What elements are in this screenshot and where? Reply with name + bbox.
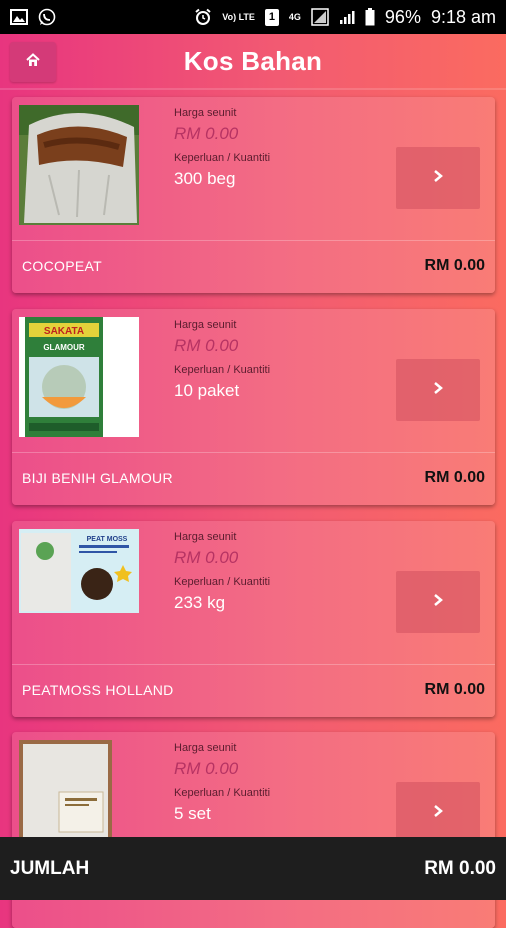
alarm-icon [194, 8, 212, 26]
item-total: RM 0.00 [424, 681, 485, 698]
volte-icon: Vo) LTE [222, 11, 255, 22]
unit-price-label: Harga seunit [174, 531, 237, 543]
quantity-label: Keperluan / Kuantiti [174, 787, 271, 799]
seed-pack-variety: GLAMOUR [43, 343, 85, 352]
item-info: Harga seunit RM 0.00 Keperluan / Kuantit… [174, 319, 270, 401]
item-name: PEATMOSS HOLLAND [22, 682, 174, 698]
header-divider [0, 88, 506, 90]
product-image-cocopeat [19, 105, 139, 225]
sim1-icon: 1 [264, 8, 279, 26]
material-card[interactable]: PEAT MOSS Harga seunit RM 0.00 Keperluan… [12, 521, 495, 717]
whatsapp-icon [38, 8, 56, 26]
chevron-right-icon [432, 381, 444, 400]
unit-price-value: RM 0.00 [174, 759, 239, 778]
card-footer: BIJI BENIH GLAMOUR RM 0.00 [22, 469, 485, 487]
chevron-right-icon [432, 593, 444, 612]
open-item-button[interactable] [396, 359, 480, 421]
sim1-label: 1 [264, 8, 279, 26]
card-footer: COCOPEAT RM 0.00 [22, 257, 485, 275]
battery-icon [365, 8, 375, 26]
unit-price-label: Harga seunit [174, 319, 237, 331]
total-value: RM 0.00 [424, 857, 496, 879]
unit-price-value: RM 0.00 [174, 548, 239, 567]
card-divider [12, 664, 495, 665]
card-footer: PEATMOSS HOLLAND RM 0.00 [22, 681, 485, 699]
no-sim-icon [311, 8, 329, 26]
clock: 9:18 am [430, 6, 496, 27]
item-total: RM 0.00 [424, 257, 485, 274]
total-bar: JUMLAH RM 0.00 [0, 837, 506, 900]
quantity-label: Keperluan / Kuantiti [174, 364, 271, 376]
item-info: Harga seunit RM 0.00 Keperluan / Kuantit… [174, 742, 270, 824]
product-image-seed-pack: SAKATA GLAMOUR [19, 317, 139, 437]
seed-pack-brand: SAKATA [44, 326, 84, 337]
item-name: COCOPEAT [22, 258, 102, 274]
signal-icon [339, 9, 355, 25]
unit-price-label: Harga seunit [174, 742, 237, 754]
item-name: BIJI BENIH GLAMOUR [22, 470, 173, 486]
item-info: Harga seunit RM 0.00 Keperluan / Kuantit… [174, 107, 270, 189]
app-header: Kos Bahan [0, 34, 506, 88]
peat-label: PEAT MOSS [87, 536, 128, 543]
4g-icon: 4G [288, 11, 301, 22]
home-button[interactable] [10, 42, 56, 82]
material-card[interactable]: SAKATA GLAMOUR Harga seunit RM 0.00 Kepe… [12, 309, 495, 505]
item-info: Harga seunit RM 0.00 Keperluan / Kuantit… [174, 531, 270, 613]
home-icon [26, 52, 40, 72]
quantity-value: 233 kg [174, 593, 226, 612]
quantity-value: 5 set [174, 804, 211, 823]
unit-price-value: RM 0.00 [174, 124, 239, 143]
quantity-value: 300 beg [174, 169, 236, 188]
page-title: Kos Bahan [183, 45, 323, 76]
product-image-peatmoss: PEAT MOSS [19, 529, 139, 613]
open-item-button[interactable] [396, 571, 480, 633]
unit-price-label: Harga seunit [174, 107, 237, 119]
total-label: JUMLAH [10, 857, 90, 879]
status-bar: Vo) LTE 1 4G 96% 9:18 am [0, 0, 506, 34]
card-divider [12, 452, 495, 453]
chevron-right-icon [432, 169, 444, 188]
open-item-button[interactable] [396, 147, 480, 209]
item-total: RM 0.00 [424, 469, 485, 486]
open-item-button[interactable] [396, 782, 480, 844]
quantity-value: 10 paket [174, 381, 240, 400]
card-divider [12, 240, 495, 241]
material-card[interactable]: Harga seunit RM 0.00 Keperluan / Kuantit… [12, 97, 495, 293]
battery-level: 96% [384, 6, 421, 27]
unit-price-value: RM 0.00 [174, 336, 239, 355]
chevron-right-icon [432, 804, 444, 823]
quantity-label: Keperluan / Kuantiti [174, 152, 271, 164]
quantity-label: Keperluan / Kuantiti [174, 576, 271, 588]
image-icon [10, 9, 28, 25]
